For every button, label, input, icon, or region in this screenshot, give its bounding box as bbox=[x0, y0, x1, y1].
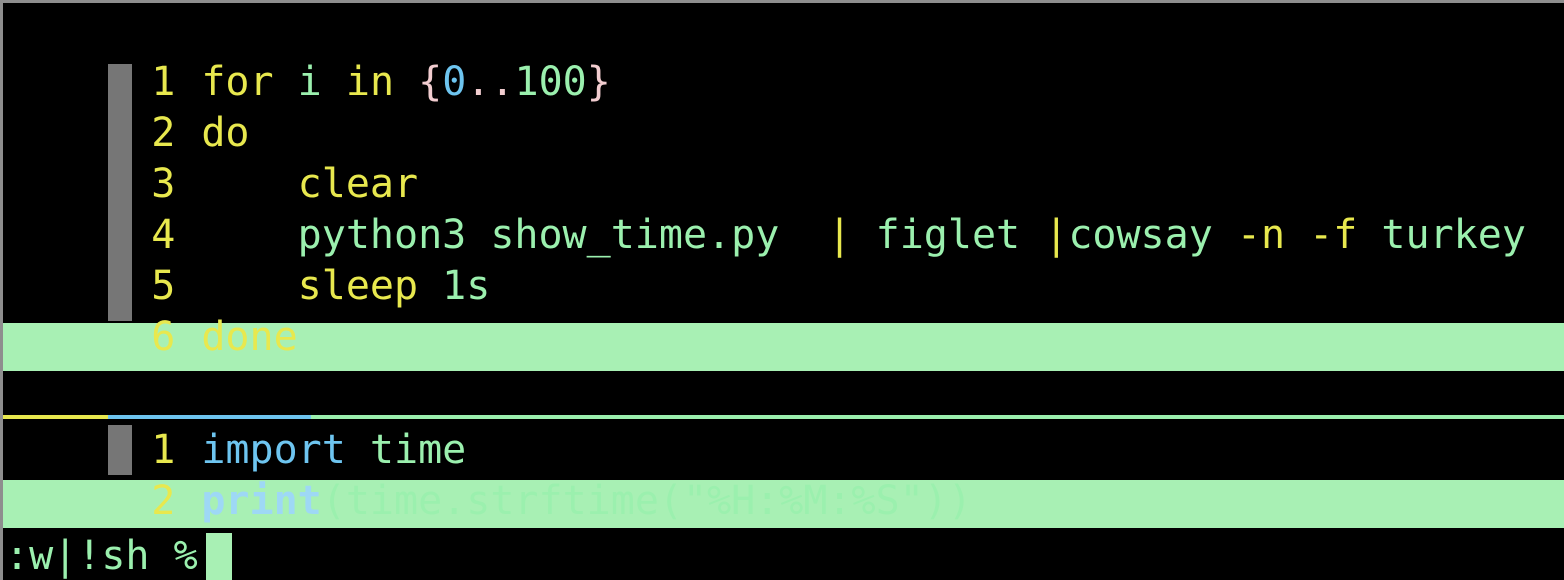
shell-line-2[interactable]: 2 do bbox=[3, 57, 1564, 156]
python-line-2[interactable]: 2 print(time.strftime("%H:%M:%S")) bbox=[3, 425, 1564, 524]
cursorline-underline bbox=[3, 415, 1564, 419]
command-line[interactable]: :w|!sh % bbox=[3, 531, 1564, 580]
line-number: 6 bbox=[151, 314, 176, 360]
underline-segment-rest bbox=[311, 415, 1564, 419]
token-print: print bbox=[201, 478, 322, 524]
line-number: 2 bbox=[151, 478, 176, 524]
shell-line-4[interactable]: 4 python3 show_time.py | figlet |cowsay … bbox=[3, 159, 1564, 258]
shell-line-6[interactable]: 6 done bbox=[3, 261, 1564, 360]
underline-segment-import bbox=[108, 415, 311, 419]
token-done: done bbox=[201, 314, 298, 360]
shell-line-1[interactable]: 1 for i in {0..100} bbox=[3, 6, 1564, 105]
underline-segment-linenum bbox=[3, 415, 108, 419]
token-strftime-call: (time.strftime("%H:%M:%S")) bbox=[321, 478, 972, 524]
shell-line-5[interactable]: 5 sleep 1s bbox=[3, 210, 1564, 309]
terminal-window: 1 for i in {0..100} 2 do 3 clear 4 python3… bbox=[0, 0, 1564, 580]
command-line-cursor bbox=[206, 533, 232, 580]
shell-line-3[interactable]: 3 clear bbox=[3, 108, 1564, 207]
